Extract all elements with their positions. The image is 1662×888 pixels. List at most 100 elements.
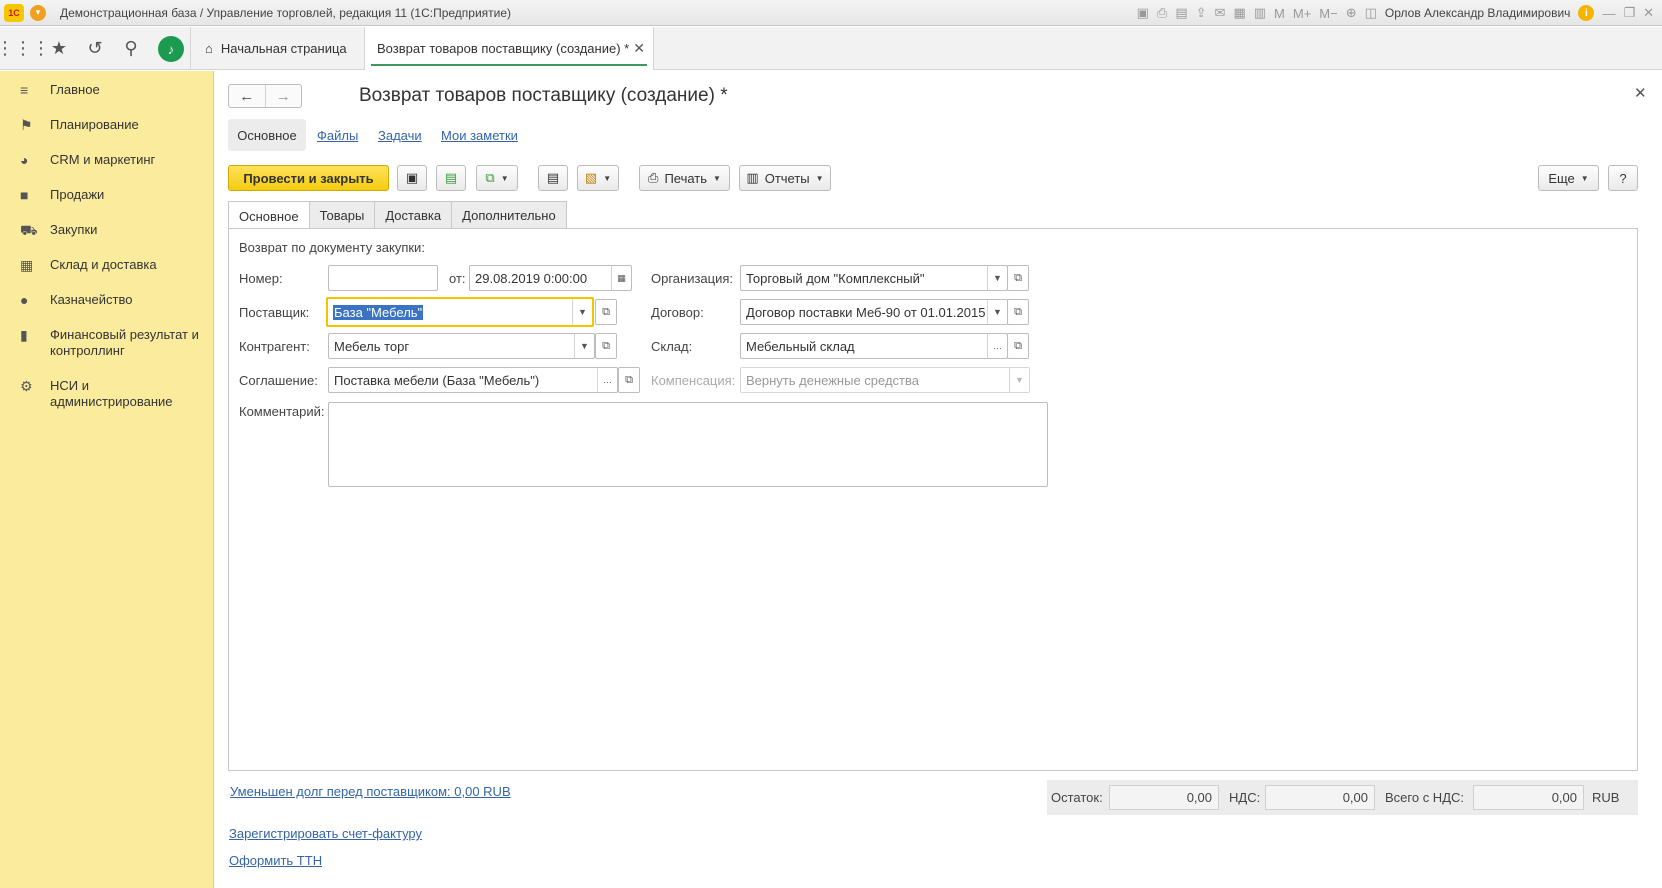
open-supplier-icon[interactable]: ⧉	[595, 299, 617, 325]
sidebar-item-warehouse[interactable]: ▦ Склад и доставка	[0, 257, 214, 274]
print-button[interactable]: ⎙ Печать ▼	[639, 165, 730, 191]
chevron-down-icon: ▼	[1580, 173, 1589, 183]
calculator-icon[interactable]: ▦	[1233, 5, 1245, 21]
planning-icon: ⚑	[20, 117, 33, 133]
vat-value: 0,00	[1265, 785, 1375, 810]
tab-home[interactable]: ⌂ Начальная страница	[190, 27, 361, 70]
attachments-button[interactable]: ▧ ▼	[577, 165, 619, 191]
close-tab-icon[interactable]: ✕	[633, 40, 645, 57]
sidebar-item-finance[interactable]: ▮ Финансовый результат и контроллинг	[0, 327, 214, 359]
search-icon[interactable]: ⚲	[114, 27, 148, 70]
chevron-down-icon[interactable]: ▼	[574, 334, 594, 358]
tab-delivery[interactable]: Доставка	[374, 201, 453, 229]
app-logo-icon[interactable]: 1С	[4, 3, 24, 22]
calendar-icon[interactable]: ▥	[1254, 5, 1266, 21]
ellipsis-icon[interactable]: …	[597, 368, 617, 392]
organization-field[interactable]: Торговый дом "Комплексный" ▼	[740, 265, 1008, 291]
memory-minus-icon[interactable]: M−	[1319, 6, 1337, 21]
cart-icon: ⛟	[20, 222, 38, 238]
panels-icon[interactable]: ◫	[1365, 5, 1377, 21]
info-icon[interactable]: i	[1578, 5, 1595, 21]
close-window-icon[interactable]: ✕	[1643, 5, 1654, 21]
chevron-down-icon: ▼	[603, 173, 612, 183]
restore-icon[interactable]: ❐	[1623, 5, 1635, 21]
sidebar-item-planning[interactable]: ⚑ Планирование	[0, 117, 214, 134]
preview-icon[interactable]: ▤	[1175, 5, 1187, 21]
date-input[interactable]: 29.08.2019 0:00:00 ▦	[469, 265, 632, 291]
counterparty-field[interactable]: Мебель торг ▼	[328, 333, 595, 359]
memory-m-icon[interactable]: M	[1274, 6, 1285, 21]
more-button[interactable]: Еще ▼	[1538, 165, 1599, 191]
ellipsis-icon[interactable]: …	[987, 334, 1007, 358]
open-organization-icon[interactable]: ⧉	[1007, 265, 1029, 291]
save-button[interactable]: ▣	[397, 165, 427, 191]
minimize-icon[interactable]: —	[1602, 6, 1615, 21]
tab-additional[interactable]: Дополнительно	[451, 201, 567, 229]
sidebar-item-label: Продажи	[50, 187, 105, 202]
register-invoice-link[interactable]: Зарегистрировать счет-фактуру	[229, 826, 422, 841]
current-user[interactable]: Орлов Александр Владимирович	[1385, 6, 1571, 20]
mail-icon[interactable]: ✉	[1215, 5, 1226, 21]
create-ttn-link[interactable]: Оформить ТТН	[229, 853, 322, 868]
supplier-value: База "Мебель"	[333, 304, 424, 320]
currency-label: RUB	[1592, 790, 1620, 805]
agreement-label: Соглашение:	[239, 373, 318, 388]
open-agreement-icon[interactable]: ⧉	[618, 367, 640, 393]
sidebar-item-label: Планирование	[50, 117, 139, 132]
debt-link[interactable]: Уменьшен долг перед поставщиком: 0,00 RU…	[230, 784, 511, 799]
tab-return-document[interactable]: Возврат товаров поставщику (создание) * …	[364, 27, 654, 70]
comment-textarea[interactable]	[328, 402, 1048, 487]
sidebar-item-crm[interactable]: ◕ CRM и маркетинг	[0, 152, 214, 168]
main-menu-button[interactable]: ▾	[30, 4, 46, 21]
chevron-down-icon[interactable]: ▼	[987, 266, 1007, 290]
agreement-field[interactable]: Поставка мебели (База "Мебель") …	[328, 367, 618, 393]
contract-field[interactable]: Договор поставки Меб-90 от 01.01.2015 ▼	[740, 299, 1008, 325]
subnav-notes[interactable]: Мои заметки	[441, 119, 518, 151]
post-button[interactable]: ▤	[436, 165, 466, 191]
upload-icon[interactable]: ⇪	[1196, 5, 1207, 21]
sidebar-item-sales[interactable]: ■ Продажи	[0, 187, 214, 203]
window-title-bar: 1С ▾ Демонстрационная база / Управление …	[0, 0, 1662, 26]
tab-goods[interactable]: Товары	[308, 201, 376, 229]
total-with-vat-label: Всего с НДС:	[1385, 790, 1465, 805]
date-label: от:	[449, 271, 466, 286]
subnav-files[interactable]: Файлы	[317, 119, 358, 151]
zoom-icon[interactable]: ⊕	[1346, 5, 1357, 21]
chevron-down-icon[interactable]: ▼	[572, 299, 592, 325]
tab-main[interactable]: Основное	[228, 201, 310, 230]
print-icon[interactable]: ⎙	[1157, 5, 1167, 21]
sidebar-item-admin[interactable]: ⚙ НСИ и администрирование	[0, 378, 214, 410]
tab-home-label: Начальная страница	[220, 41, 347, 56]
sidebar-item-main[interactable]: ≡ Главное	[0, 82, 214, 98]
post-and-close-button[interactable]: Провести и закрыть	[228, 165, 389, 191]
notifications-bell-icon[interactable]: ♪	[158, 36, 184, 62]
forward-arrow-icon[interactable]: →	[264, 85, 302, 107]
supplier-field[interactable]: База "Мебель" ▼	[326, 297, 594, 327]
subnav-tasks[interactable]: Задачи	[378, 119, 422, 151]
document-structure-button[interactable]: ▤	[538, 165, 568, 191]
subnav-main[interactable]: Основное	[228, 119, 306, 151]
sidebar-item-treasury[interactable]: ● Казначейство	[0, 292, 214, 308]
create-based-icon: ⧉	[485, 170, 495, 185]
back-arrow-icon[interactable]: ←	[229, 85, 265, 107]
open-warehouse-icon[interactable]: ⧉	[1007, 333, 1029, 359]
open-contract-icon[interactable]: ⧉	[1007, 299, 1029, 325]
menu-icon: ≡	[20, 82, 29, 98]
history-icon[interactable]: ↺	[78, 27, 112, 70]
number-input[interactable]	[328, 265, 438, 291]
apps-grid-icon[interactable]: ⋮⋮⋮	[0, 27, 50, 70]
memory-plus-icon[interactable]: M+	[1293, 6, 1311, 21]
help-button[interactable]: ?	[1608, 165, 1638, 191]
create-based-on-button[interactable]: ⧉ ▼	[476, 165, 518, 191]
save-icon[interactable]: ▣	[1137, 5, 1149, 21]
warehouse-field[interactable]: Мебельный склад …	[740, 333, 1008, 359]
chevron-down-icon[interactable]: ▼	[987, 300, 1007, 324]
reports-button[interactable]: ▥ Отчеты ▼	[739, 165, 831, 191]
coin-icon: ●	[20, 292, 29, 308]
open-counterparty-icon[interactable]: ⧉	[595, 333, 617, 359]
favorites-star-icon[interactable]: ★	[42, 27, 76, 70]
calendar-icon[interactable]: ▦	[611, 266, 631, 290]
sidebar-item-purchases[interactable]: ⛟ Закупки	[0, 222, 214, 241]
chevron-down-icon: ▼	[500, 173, 509, 183]
close-form-icon[interactable]: ✕	[1634, 84, 1647, 102]
